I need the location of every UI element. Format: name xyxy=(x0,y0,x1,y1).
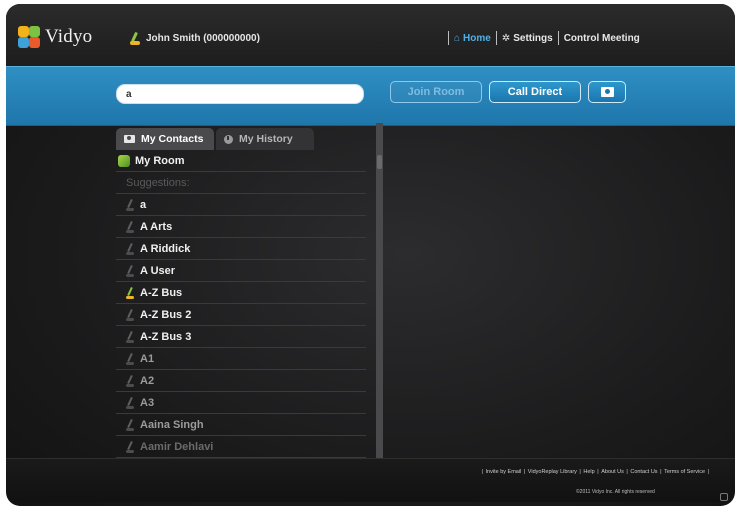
contact-tabs: My Contacts My History xyxy=(116,128,366,150)
contact-name: A-Z Bus 2 xyxy=(140,308,192,321)
footer-link-contact[interactable]: Contact Us xyxy=(630,469,657,475)
panel-splitter[interactable] xyxy=(376,123,383,458)
list-item[interactable]: A User xyxy=(116,260,366,282)
home-icon: ⌂ xyxy=(454,32,461,44)
search-input[interactable]: a xyxy=(116,84,364,104)
list-item[interactable]: A3 xyxy=(116,392,366,414)
tab-my-contacts-label: My Contacts xyxy=(141,133,204,145)
contact-status-icon xyxy=(126,419,135,431)
list-item[interactable]: A-Z Bus 2 xyxy=(116,304,366,326)
contact-name: A3 xyxy=(140,396,155,409)
current-user: John Smith (000000000) xyxy=(130,32,260,45)
contact-status-icon xyxy=(126,243,135,255)
nav-control-meeting-label: Control Meeting xyxy=(563,32,640,44)
history-icon xyxy=(224,134,233,144)
contact-name: A User xyxy=(140,264,176,277)
footer-link-replay[interactable]: VidyoReplay Library xyxy=(528,469,577,475)
contact-name: A Arts xyxy=(140,220,173,233)
contact-name: A-Z Bus xyxy=(140,286,183,299)
tab-my-history[interactable]: My History xyxy=(216,128,314,150)
list-item[interactable]: A1 xyxy=(116,348,366,370)
contact-status-icon xyxy=(126,309,135,321)
tab-my-contacts[interactable]: My Contacts xyxy=(116,128,214,150)
contact-status-icon xyxy=(126,265,135,277)
top-bar: Vidyo John Smith (000000000) ⌂ Home ✲ Se… xyxy=(6,4,735,66)
list-item[interactable]: A Arts xyxy=(116,216,366,238)
footer-links: | Invite by Email | VidyoReplay Library … xyxy=(481,469,709,475)
list-item[interactable]: Aamir Dehlavi xyxy=(116,436,366,458)
my-room-item[interactable]: My Room xyxy=(116,150,366,172)
contact-online-icon xyxy=(126,287,135,299)
vidyo-logo: Vidyo xyxy=(18,26,92,48)
user-status-icon xyxy=(130,32,140,45)
contact-status-icon xyxy=(126,221,135,233)
footer-link-invite[interactable]: Invite by Email xyxy=(486,469,522,475)
main-nav: ⌂ Home ✲ Settings Control Meeting xyxy=(443,31,640,45)
contact-name: a xyxy=(140,198,147,211)
contact-card-button[interactable] xyxy=(588,81,626,103)
my-room-label: My Room xyxy=(135,154,185,167)
contact-status-icon xyxy=(126,397,135,409)
nav-separator xyxy=(495,31,497,45)
contact-name: A Riddick xyxy=(140,242,191,255)
contact-status-icon xyxy=(126,331,135,343)
footer-link-help[interactable]: Help xyxy=(583,469,594,475)
nav-settings-label: Settings xyxy=(513,32,553,44)
contact-status-icon xyxy=(126,441,135,453)
call-direct-button[interactable]: Call Direct xyxy=(489,81,581,103)
room-icon xyxy=(118,154,130,167)
gear-icon: ✲ xyxy=(501,32,511,44)
contact-name: A2 xyxy=(140,374,155,387)
contact-status-icon xyxy=(126,199,135,211)
user-name: John Smith (000000000) xyxy=(146,33,260,44)
brand-name: Vidyo xyxy=(45,26,93,47)
nav-separator xyxy=(448,31,449,45)
list-item[interactable]: A-Z Bus 3 xyxy=(116,326,366,348)
list-item[interactable]: A2 xyxy=(116,370,366,392)
suggestions-heading: Suggestions: xyxy=(116,172,366,194)
list-item[interactable]: A Riddick xyxy=(116,238,366,260)
footer-link-terms[interactable]: Terms of Service xyxy=(664,469,705,475)
contacts-panel: My Contacts My History My Room Suggestio… xyxy=(116,128,366,458)
contact-name: Aamir Dehlavi xyxy=(140,440,214,453)
suggestions-label: Suggestions: xyxy=(126,176,190,189)
footer-link-about[interactable]: About Us xyxy=(601,469,624,475)
copyright: ©2011 Vidyo Inc. All rights reserved xyxy=(576,489,655,495)
nav-home[interactable]: ⌂ Home xyxy=(454,33,491,44)
contact-status-icon xyxy=(126,375,135,387)
nav-home-label: Home xyxy=(463,32,491,44)
vidyo-logo-icon xyxy=(18,26,40,48)
contact-status-icon xyxy=(126,353,135,365)
list-item[interactable]: a xyxy=(116,194,366,216)
tab-my-history-label: My History xyxy=(239,133,293,145)
list-item[interactable]: A-Z Bus xyxy=(116,282,366,304)
nav-separator xyxy=(557,31,559,45)
contact-card-icon xyxy=(600,87,614,97)
splitter-grip[interactable] xyxy=(377,155,382,169)
contact-name: A1 xyxy=(140,352,155,365)
nav-control-meeting[interactable]: Control Meeting xyxy=(564,33,640,44)
contacts-icon xyxy=(124,135,135,143)
contact-name: Aaina Singh xyxy=(140,418,204,431)
nav-settings[interactable]: ✲ Settings xyxy=(502,33,553,44)
list-item[interactable]: Aaina Singh xyxy=(116,414,366,436)
contact-name: A-Z Bus 3 xyxy=(140,330,192,343)
lock-icon xyxy=(720,493,728,501)
footer: | Invite by Email | VidyoReplay Library … xyxy=(6,458,735,502)
join-room-button[interactable]: Join Room xyxy=(390,81,482,103)
contact-list: My Room Suggestions: a A Arts A Riddick … xyxy=(116,150,366,458)
